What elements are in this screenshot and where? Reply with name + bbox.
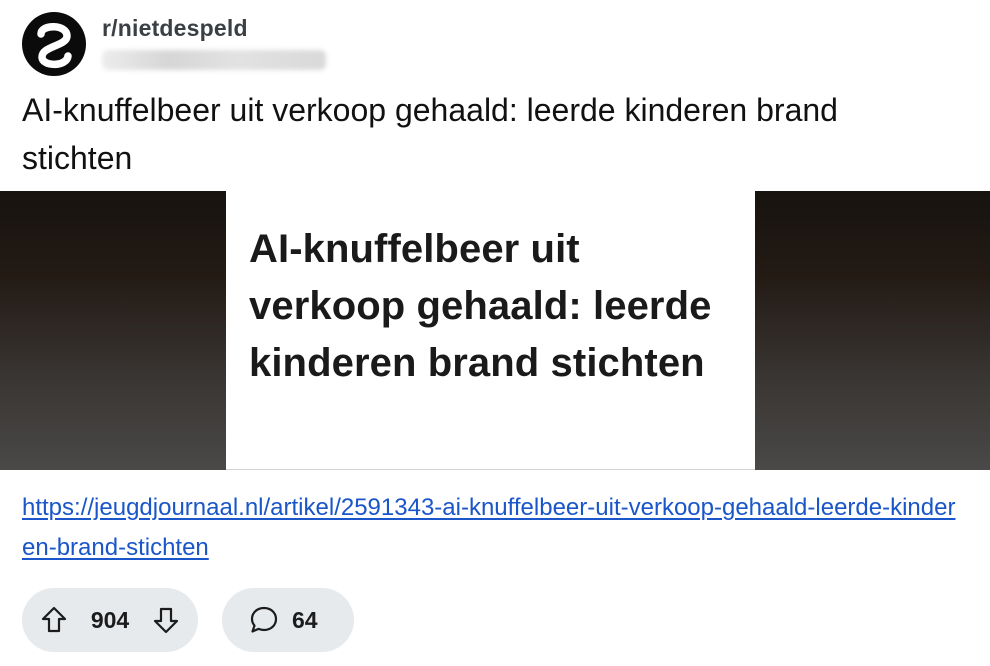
subreddit-logo-icon xyxy=(37,23,72,69)
preview-right-backdrop xyxy=(755,191,990,470)
external-link[interactable]: https://jeugdjournaal.nl/artikel/2591343… xyxy=(22,488,962,568)
comment-count: 64 xyxy=(292,606,318,633)
preview-headline: AI-knuffelbeer uit verkoop gehaald: leer… xyxy=(249,227,712,385)
arrow-down-icon xyxy=(153,607,179,634)
post-card: r/nietdespeld AI-knuffelbeer uit verkoop… xyxy=(0,0,990,666)
arrow-up-icon xyxy=(41,606,67,633)
redacted-username xyxy=(102,50,326,70)
post-header: r/nietdespeld xyxy=(22,12,326,76)
subreddit-name[interactable]: r/nietdespeld xyxy=(102,15,326,42)
preview-left-backdrop xyxy=(0,191,226,470)
subreddit-avatar[interactable] xyxy=(22,12,86,76)
upvote-button[interactable] xyxy=(38,604,70,636)
post-meta: r/nietdespeld xyxy=(102,12,326,70)
speech-bubble-icon xyxy=(250,606,278,633)
vote-bar: 904 xyxy=(22,588,198,652)
post-title[interactable]: AI-knuffelbeer uit verkoop gehaald: leer… xyxy=(22,86,942,182)
downvote-button[interactable] xyxy=(150,604,182,636)
vote-count: 904 xyxy=(90,606,130,633)
comments-button[interactable]: 64 xyxy=(222,588,354,652)
preview-headline-card: AI-knuffelbeer uit verkoop gehaald: leer… xyxy=(226,191,755,470)
link-preview-image[interactable]: AI-knuffelbeer uit verkoop gehaald: leer… xyxy=(0,191,990,470)
post-actions: 904 64 xyxy=(22,588,354,652)
